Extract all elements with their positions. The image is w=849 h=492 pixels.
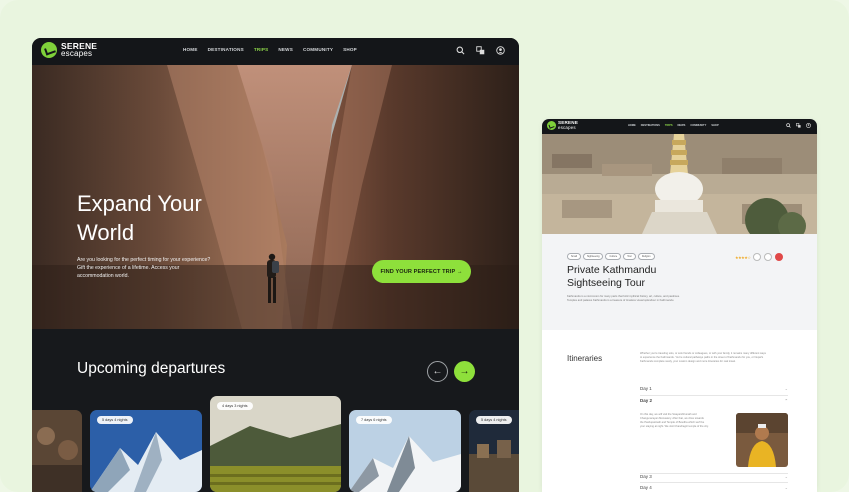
departure-card[interactable] [32, 410, 82, 492]
hero-desc-line1: Are you looking for the perfect timing f… [77, 257, 211, 263]
rice-terrace-photo [210, 396, 341, 492]
departure-card[interactable]: 5 days 4 nights [90, 410, 202, 492]
nav-item-community[interactable]: COMMUNITY [690, 124, 706, 127]
top-navbar: SERENE escapes HOME DESTINATIONS TRIPS N… [32, 38, 519, 65]
home-page-mockup: SERENE escapes HOME DESTINATIONS TRIPS N… [32, 38, 519, 492]
itineraries-description: Whether you're traveling solo, or solo f… [640, 352, 792, 364]
day-label: Day 3 [640, 474, 652, 479]
monk-photo [736, 413, 788, 467]
search-icon[interactable] [786, 123, 791, 128]
hero-section: Expand Your World Are you looking for th… [32, 65, 519, 329]
nav-item-destinations[interactable]: DESTINATIONS [208, 47, 244, 52]
tour-info-panel: Small Sightseeing Culture Tour Religion … [542, 234, 817, 330]
user-account-icon[interactable] [806, 123, 811, 128]
brand-logo[interactable]: SERENE escapes [41, 42, 97, 58]
departures-carousel: 5 days 4 nights 4 days 3 nights 7 days 6… [32, 396, 519, 492]
hero-title-line2: World [77, 220, 135, 245]
day-label: Day 4 [640, 485, 652, 490]
tour-tags: Small Sightseeing Culture Tour Religion [567, 253, 655, 260]
arrow-left-icon: ← [432, 366, 443, 377]
tour-title-line1: Private Kathmandu [567, 264, 657, 276]
day-label: Day 1 [640, 386, 652, 391]
hero-title-line1: Expand Your [77, 191, 202, 216]
tour-title-line2: Sightseeing Tour [567, 277, 646, 289]
arrow-right-icon: → [459, 366, 470, 377]
itin-desc-line3: Kathmandu complete newly, your custom de… [640, 360, 736, 363]
rating-actions: ★★★★☆ [735, 253, 784, 261]
brand-name-bottom: escapes [61, 49, 93, 58]
day-2-details: On this day, we will visit the Swayambhu… [640, 413, 722, 429]
search-icon[interactable] [456, 46, 465, 55]
hero-desc-line3: accommodation world. [77, 273, 129, 279]
stupa-hero-image [542, 134, 817, 234]
nav-item-shop[interactable]: SHOP [343, 47, 357, 52]
day-label: Day 2 [640, 398, 653, 403]
tour-title: Private Kathmandu Sightseeing Tour [567, 264, 687, 290]
tag-chip[interactable]: Culture [605, 253, 622, 260]
trekkers-photo [32, 410, 82, 492]
showcase-frame: SERENE escapes HOME DESTINATIONS TRIPS N… [0, 0, 849, 492]
leaf-logo-icon [41, 42, 57, 58]
tag-chip[interactable]: Tour [623, 253, 636, 260]
day-accordion-2[interactable]: Day 2 ⌃ [640, 398, 788, 408]
hero-title: Expand Your World [77, 189, 237, 247]
day2-text-line4: your staying at night. We visit Chandrag… [640, 425, 709, 428]
carousel-prev-button[interactable]: ← [427, 361, 448, 382]
day-accordion-4[interactable]: Day 4 ⌄ [640, 485, 788, 492]
share-button[interactable] [753, 253, 762, 261]
language-icon[interactable] [796, 123, 801, 128]
nav-icon-group [456, 46, 505, 55]
detail-main-menu: HOME DESTINATIONS TRIPS NEWS COMMUNITY S… [628, 124, 719, 127]
language-icon[interactable] [476, 46, 485, 55]
chevron-down-icon: ⌄ [784, 386, 788, 391]
chevron-down-icon: ⌄ [784, 485, 788, 490]
detail-nav-icon-group [786, 123, 811, 128]
detail-top-navbar: SERENE escapes HOME DESTINATIONS TRIPS N… [542, 119, 817, 134]
duration-badge: 5 days 4 nights [97, 416, 133, 424]
nav-item-trips[interactable]: TRIPS [665, 124, 673, 127]
nav-item-trips[interactable]: TRIPS [254, 47, 269, 52]
day-accordion-3[interactable]: Day 3 ⌄ [640, 473, 788, 483]
nav-item-shop[interactable]: SHOP [711, 124, 718, 127]
nav-item-news[interactable]: NEWS [278, 47, 293, 52]
favorite-button[interactable] [775, 253, 784, 261]
itineraries-heading: Itineraries [567, 354, 603, 363]
duration-badge: 4 days 3 nights [217, 402, 253, 410]
main-menu: HOME DESTINATIONS TRIPS NEWS COMMUNITY S… [183, 47, 357, 52]
departure-card[interactable]: 7 days 6 nights [349, 410, 461, 492]
user-account-icon[interactable] [496, 46, 505, 55]
hero-description: Are you looking for the perfect timing f… [77, 256, 227, 280]
day-accordion-1[interactable]: Day 1 ⌄ [640, 386, 788, 396]
duration-badge: 7 days 6 nights [356, 416, 392, 424]
find-trip-button[interactable]: FIND YOUR PERFECT TRIP → [372, 260, 471, 283]
nav-item-news[interactable]: NEWS [678, 124, 686, 127]
tag-chip[interactable]: Small [567, 253, 581, 260]
duration-badge: 5 days 4 nights [476, 416, 512, 424]
brand-logo[interactable]: SERENE escapes [547, 120, 578, 131]
nav-item-community[interactable]: COMMUNITY [303, 47, 333, 52]
tour-description: Kathmandu is a microcosm for many parts … [567, 295, 719, 303]
nav-item-destinations[interactable]: DESTINATIONS [641, 124, 660, 127]
tour-detail-mockup: SERENE escapes HOME DESTINATIONS TRIPS N… [542, 119, 817, 492]
bookmark-button[interactable] [764, 253, 773, 261]
nav-item-home[interactable]: HOME [183, 47, 198, 52]
brand-name-bottom: escapes [558, 124, 576, 130]
chevron-up-icon: ⌃ [784, 398, 788, 403]
tour-desc-line2: Temples and palaces Kathmandu is a treas… [567, 299, 675, 302]
carousel-next-button[interactable]: → [454, 361, 475, 382]
leaf-logo-icon [547, 121, 556, 131]
upcoming-heading: Upcoming departures [77, 360, 226, 377]
tag-chip[interactable]: Religion [637, 253, 655, 260]
hero-desc-line2: Gift the experience of a lifetime. Acces… [77, 265, 180, 271]
departure-card[interactable]: 5 days 4 nights [469, 410, 519, 492]
departure-card[interactable]: 4 days 3 nights [210, 396, 341, 492]
star-rating-icon: ★★★★☆ [735, 254, 751, 260]
chevron-down-icon: ⌄ [784, 474, 788, 479]
nav-item-home[interactable]: HOME [628, 124, 636, 127]
tag-chip[interactable]: Sightseeing [582, 253, 604, 260]
